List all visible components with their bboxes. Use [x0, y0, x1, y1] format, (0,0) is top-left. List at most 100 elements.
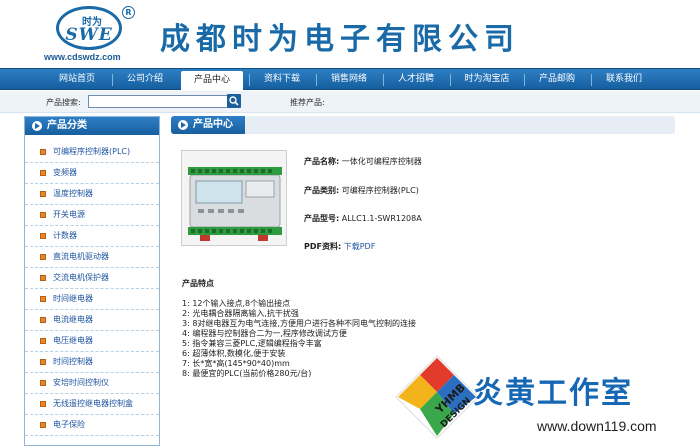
sidebar-title: 产品分类	[47, 120, 87, 131]
nav-home[interactable]: 网站首页	[44, 69, 110, 90]
product-model-field: 产品型号: ALLC1.1-SWR1208A	[304, 213, 422, 224]
sidebar-item-ac-motor-protector[interactable]: 交流电机保护器	[25, 268, 159, 289]
sidebar-item-label: 电子保险	[53, 420, 85, 429]
circle-arrow-icon	[178, 120, 188, 130]
nav-about[interactable]: 公司介绍	[114, 69, 176, 90]
bullet-icon	[40, 275, 46, 281]
pdf-label: PDF资料:	[304, 242, 342, 251]
nav-careers[interactable]: 人才招聘	[385, 69, 447, 90]
nav-divider	[524, 74, 525, 86]
circle-arrow-icon	[32, 121, 42, 131]
bullet-icon	[40, 359, 46, 365]
sidebar-item-label: 可编程序控制器(PLC)	[53, 147, 131, 156]
nav-sales-network[interactable]: 销售网络	[318, 69, 380, 90]
search-icon	[229, 96, 239, 106]
sidebar-item-plc[interactable]: 可编程序控制器(PLC)	[25, 142, 159, 163]
product-image[interactable]	[181, 150, 287, 246]
pdf-field: PDF资料: 下载PDF	[304, 241, 375, 252]
bullet-icon	[40, 296, 46, 302]
bullet-icon	[40, 212, 46, 218]
sidebar-item-label: 温度控制器	[53, 189, 93, 198]
sidebar-item-label: 时间继电器	[53, 294, 93, 303]
product-name-value: 一体化可编程序控制器	[341, 157, 422, 166]
sidebar-item-time-relay[interactable]: 时间继电器	[25, 289, 159, 310]
main-title-tab: 产品中心	[171, 116, 245, 134]
nav-taobao-store[interactable]: 时为淘宝店	[452, 69, 522, 90]
recommended-label: 推荐产品:	[290, 98, 325, 107]
bullet-icon	[40, 422, 46, 428]
category-sidebar: 产品分类 可编程序控制器(PLC) 变频器 温度控制器 开关电源 计数器 直流电…	[24, 116, 160, 446]
nav-divider	[591, 74, 592, 86]
product-model-label: 产品型号:	[304, 214, 340, 223]
logo-oval: 时为 SWE	[56, 6, 122, 50]
download-pdf-link[interactable]: 下载PDF	[344, 242, 376, 251]
sidebar-item-electronic-fuse[interactable]: 电子保险	[25, 415, 159, 436]
site-header: 时为 SWE R www.cdswdz.com 成都时为电子有限公司	[0, 0, 700, 68]
bullet-icon	[40, 380, 46, 386]
sidebar-item-power-supply[interactable]: 开关电源	[25, 205, 159, 226]
bullet-icon	[40, 191, 46, 197]
search-bar: 产品搜索: 推荐产品:	[0, 91, 700, 113]
nav-products[interactable]: 产品中心	[181, 71, 243, 90]
nav-divider	[383, 74, 384, 86]
watermark-logo: YHMB DESIGN	[392, 352, 482, 442]
sidebar-item-label: 安培时间控制仪	[53, 378, 109, 387]
main-header-bar: 产品中心	[171, 116, 675, 134]
product-name-field: 产品名称: 一体化可编程序控制器	[304, 156, 422, 167]
product-category-field: 产品类别: 可编程序控制器(PLC)	[304, 185, 419, 196]
feature-item: 8: 最便宜的PLC(当前价格280元/台)	[182, 369, 312, 378]
search-input[interactable]	[88, 95, 228, 108]
logo-en-text: SWE	[65, 25, 113, 45]
sidebar-item-dc-motor-driver[interactable]: 直流电机驱动器	[25, 247, 159, 268]
company-name: 成都时为电子有限公司	[160, 22, 520, 57]
nav-divider	[450, 74, 451, 86]
watermark-brand: 炎黄工作室	[473, 376, 633, 411]
watermark-url: www.down119.com	[537, 418, 657, 434]
sidebar-item-label: 开关电源	[53, 210, 85, 219]
sidebar-item-temp-controller[interactable]: 温度控制器	[25, 184, 159, 205]
sidebar-item-label: 直流电机驱动器	[53, 252, 109, 261]
nav-mail-order[interactable]: 产品邮购	[526, 69, 588, 90]
bullet-icon	[40, 317, 46, 323]
logo-url: www.cdswdz.com	[44, 52, 121, 62]
sidebar-item-label: 无线遥控继电器控制盒	[53, 399, 133, 408]
nav-divider	[112, 74, 113, 86]
main-nav: 网站首页 公司介绍 产品中心 资料下载 销售网络 人才招聘 时为淘宝店 产品邮购…	[0, 68, 700, 90]
sidebar-item-label: 时间控制器	[53, 357, 93, 366]
bullet-icon	[40, 149, 46, 155]
yhmb-design-logo-icon: YHMB DESIGN	[395, 355, 479, 439]
sidebar-item-label: 变频器	[53, 168, 77, 177]
search-button[interactable]	[227, 94, 241, 108]
product-category-label: 产品类别:	[304, 186, 340, 195]
nav-divider	[316, 74, 317, 86]
plc-device-image	[182, 151, 286, 245]
sidebar-item-label: 交流电机保护器	[53, 273, 109, 282]
sidebar-item-ampere-time-controller[interactable]: 安培时间控制仪	[25, 373, 159, 394]
product-name-label: 产品名称:	[304, 157, 340, 166]
nav-downloads[interactable]: 资料下载	[251, 69, 313, 90]
bullet-icon	[40, 233, 46, 239]
features-title: 产品特点	[182, 279, 214, 288]
sidebar-header: 产品分类	[25, 117, 159, 135]
sidebar-item-label: 计数器	[53, 231, 77, 240]
sidebar-item-inverter[interactable]: 变频器	[25, 163, 159, 184]
search-label: 产品搜索:	[46, 98, 81, 107]
bullet-icon	[40, 254, 46, 260]
registered-mark: R	[122, 6, 135, 19]
product-category-value: 可编程序控制器(PLC)	[341, 186, 419, 195]
sidebar-item-wireless-relay-box[interactable]: 无线遥控继电器控制盒	[25, 394, 159, 415]
sidebar-item-label: 电压继电器	[53, 336, 93, 345]
main-title: 产品中心	[193, 119, 233, 130]
sidebar-item-voltage-relay[interactable]: 电压继电器	[25, 331, 159, 352]
bullet-icon	[40, 401, 46, 407]
bullet-icon	[40, 170, 46, 176]
product-model-value: ALLC1.1-SWR1208A	[341, 214, 422, 223]
company-logo[interactable]: 时为 SWE R www.cdswdz.com	[44, 4, 140, 64]
sidebar-item-time-controller[interactable]: 时间控制器	[25, 352, 159, 373]
bullet-icon	[40, 338, 46, 344]
nav-contact[interactable]: 联系我们	[593, 69, 655, 90]
sidebar-item-label: 电流继电器	[53, 315, 93, 324]
sidebar-item-counter[interactable]: 计数器	[25, 226, 159, 247]
sidebar-item-current-relay[interactable]: 电流继电器	[25, 310, 159, 331]
nav-divider	[249, 74, 250, 86]
